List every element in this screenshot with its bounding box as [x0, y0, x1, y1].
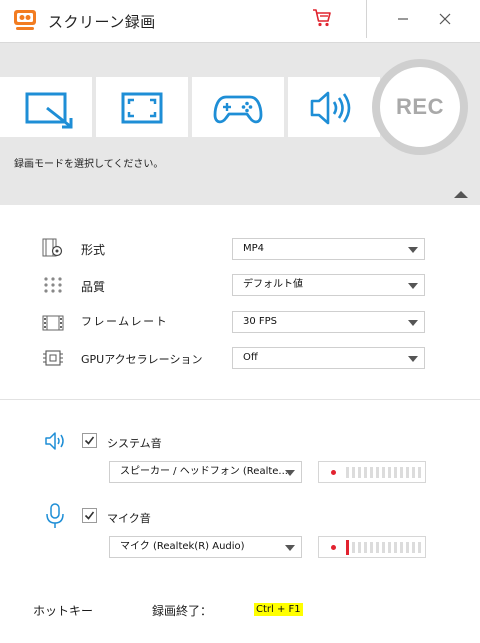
mic-device-select[interactable]: マイク (Realtek(R) Audio): [109, 536, 302, 558]
level-bar: [400, 542, 403, 553]
chevron-down-icon: [408, 320, 418, 326]
minimize-button[interactable]: [388, 8, 418, 30]
format-value: MP4: [243, 243, 265, 254]
chevron-down-icon: [285, 545, 295, 551]
speaker-device-select[interactable]: スピーカー / ヘッドフォン (Realte...: [109, 461, 302, 483]
rec-label: REC: [396, 94, 444, 119]
cart-icon[interactable]: [312, 7, 332, 29]
app-title: スクリーン録画: [48, 13, 156, 31]
gpu-value: Off: [243, 352, 258, 363]
gpu-select[interactable]: Off: [232, 347, 425, 369]
title-bar-separator: [366, 0, 367, 38]
quality-label: 品質: [81, 280, 106, 294]
chevron-down-icon: [408, 247, 418, 253]
level-bar: [406, 467, 409, 478]
format-label: 形式: [81, 243, 106, 257]
level-bar: [382, 542, 385, 553]
level-bar: [418, 542, 421, 553]
mode-game-button[interactable]: [192, 77, 284, 137]
mic-device-value: マイク (Realtek(R) Audio): [120, 541, 245, 552]
level-bar: [364, 467, 367, 478]
recording-mode-panel: REC 録画モードを選択してください。: [0, 42, 480, 205]
level-bar: [376, 467, 379, 478]
gpu-label: GPUアクセラレーション: [81, 353, 203, 366]
mode-region-button[interactable]: [0, 77, 92, 137]
framerate-select[interactable]: 30 FPS: [232, 311, 425, 333]
level-bar: [370, 542, 373, 553]
system-audio-label: システム音: [107, 437, 162, 450]
chevron-down-icon: [408, 356, 418, 362]
fullscreen-icon: [121, 92, 163, 124]
title-bar: スクリーン録画: [0, 0, 480, 42]
level-bar: [346, 467, 349, 478]
level-indicator-dot: [331, 545, 336, 550]
level-bar: [388, 467, 391, 478]
level-bar: [370, 467, 373, 478]
hotkey-label: ホットキー: [33, 604, 94, 618]
level-bar: [358, 467, 361, 478]
collapse-panel-icon[interactable]: [454, 191, 468, 198]
level-bar: [406, 542, 409, 553]
framerate-value: 30 FPS: [243, 316, 278, 327]
level-bar: [346, 540, 349, 555]
region-resize-icon: [25, 92, 73, 129]
level-bar: [400, 467, 403, 478]
level-bar: [358, 542, 361, 553]
quality-select[interactable]: デフォルト値: [232, 274, 425, 296]
audio-speaker-icon: [310, 91, 351, 125]
level-bar: [388, 542, 391, 553]
mic-audio-checkbox[interactable]: [82, 508, 97, 523]
mic-audio-label: マイク音: [107, 512, 151, 525]
mode-hint-text: 録画モードを選択してください。: [14, 159, 164, 170]
mode-audio-button[interactable]: [288, 77, 380, 137]
rec-button-face: REC: [380, 67, 460, 147]
level-bar: [352, 542, 355, 553]
chevron-down-icon: [285, 470, 295, 476]
level-bar: [418, 467, 421, 478]
system-audio-checkbox[interactable]: [82, 433, 97, 448]
gamepad-icon: [213, 95, 263, 124]
level-bar: [412, 542, 415, 553]
level-bar: [352, 467, 355, 478]
quality-dots-icon: [44, 277, 62, 293]
format-select[interactable]: MP4: [232, 238, 425, 260]
level-bar: [382, 467, 385, 478]
speaker-device-value: スピーカー / ヘッドフォン (Realte...: [120, 466, 288, 477]
level-indicator-dot: [331, 470, 336, 475]
chevron-down-icon: [408, 283, 418, 289]
speaker-icon: [45, 432, 64, 450]
chip-icon: [43, 350, 63, 366]
checkmark-icon: [84, 511, 95, 520]
format-film-gear-icon: [42, 238, 63, 257]
rec-button[interactable]: REC: [372, 59, 468, 155]
mic-level-meter: [318, 536, 426, 558]
close-button[interactable]: [430, 8, 460, 30]
checkmark-icon: [84, 436, 95, 445]
section-divider: [0, 399, 480, 400]
mode-fullscreen-button[interactable]: [96, 77, 188, 137]
level-bar: [376, 542, 379, 553]
screen-recorder-logo-icon: [14, 10, 36, 30]
framerate-label: フレームレート: [81, 315, 169, 328]
filmstrip-icon: [42, 315, 64, 331]
level-bar: [412, 467, 415, 478]
quality-value: デフォルト値: [243, 279, 303, 290]
level-bar: [394, 542, 397, 553]
system-audio-level-meter: [318, 461, 426, 483]
level-bar: [364, 542, 367, 553]
level-bar: [394, 467, 397, 478]
hotkey-stop-recording-label: 録画終了：: [152, 604, 213, 618]
hotkey-key-combo[interactable]: Ctrl + F1: [254, 603, 303, 616]
microphone-icon: [46, 503, 64, 528]
